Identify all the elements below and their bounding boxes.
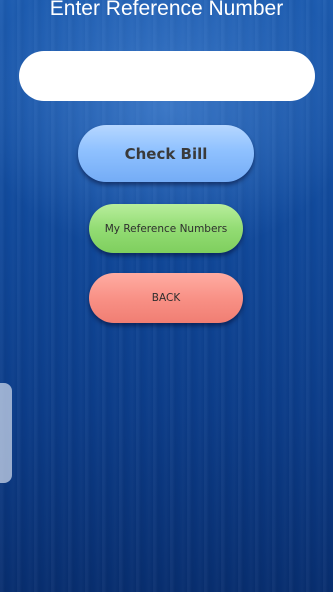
back-button[interactable]: BACK — [89, 273, 243, 323]
my-reference-numbers-button[interactable]: My Reference Numbers — [89, 204, 243, 253]
check-bill-button[interactable]: Check Bill — [78, 125, 254, 182]
side-drawer-handle[interactable] — [0, 383, 12, 483]
reference-number-input[interactable] — [19, 51, 315, 101]
page-title: Enter Reference Number — [49, 0, 284, 20]
